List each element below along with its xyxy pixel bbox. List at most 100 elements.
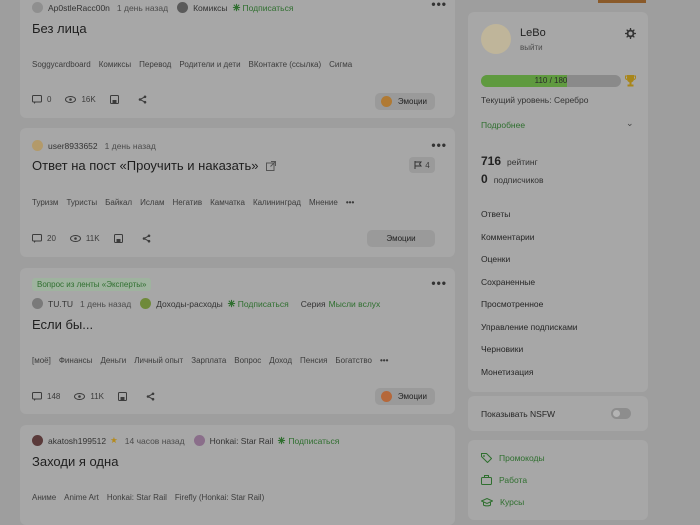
community-name[interactable]: Доходы-расходы <box>156 299 223 309</box>
community-name[interactable]: Honkai: Star Rail <box>210 436 274 446</box>
community-avatar[interactable] <box>140 298 152 309</box>
post-title-text: Ответ на пост «Проучить и наказать» <box>32 158 259 173</box>
tag[interactable]: Туристы <box>66 198 97 207</box>
tag[interactable]: Негатив <box>172 198 202 207</box>
tag[interactable]: Доход <box>269 356 292 365</box>
save-button[interactable] <box>113 234 128 243</box>
post-title[interactable]: Заходи я одна <box>32 454 118 469</box>
menu-drafts[interactable]: Черновики <box>481 344 523 354</box>
community-name[interactable]: Комиксы <box>193 3 227 13</box>
more-menu-button[interactable]: ••• <box>431 138 447 152</box>
promocodes-link[interactable]: Промокоды <box>481 453 545 463</box>
tag[interactable]: Вопрос <box>234 356 261 365</box>
tag[interactable]: Ислам <box>140 198 164 207</box>
graduation-cap-icon <box>481 497 493 506</box>
more-menu-button[interactable]: ••• <box>431 0 447 11</box>
author-name[interactable]: akatosh199512 <box>48 436 106 446</box>
subscribe-button[interactable]: Подписаться <box>232 3 293 13</box>
more-tags-button[interactable]: ••• <box>380 356 388 365</box>
eye-icon <box>65 96 77 103</box>
save-icon <box>118 392 127 401</box>
external-link-icon[interactable] <box>265 160 276 171</box>
logout-link[interactable]: выйти <box>520 43 543 52</box>
subscribe-icon <box>227 299 235 308</box>
tag[interactable]: Камчатка <box>210 198 245 207</box>
tag[interactable]: Туризм <box>32 198 58 207</box>
tag[interactable]: Сигма <box>329 60 352 69</box>
post-title[interactable]: Если бы... <box>32 317 93 332</box>
share-button[interactable] <box>146 392 160 401</box>
tag[interactable]: Зарплата <box>191 356 226 365</box>
tag[interactable]: Комиксы <box>99 60 131 69</box>
tag[interactable]: Богатство <box>335 356 372 365</box>
profile-avatar[interactable] <box>481 24 511 54</box>
menu-viewed[interactable]: Просмотренное <box>481 299 543 309</box>
avatar[interactable] <box>32 2 43 13</box>
tag[interactable]: Родители и дети <box>179 60 240 69</box>
menu-saved[interactable]: Сохраненные <box>481 277 535 287</box>
community-avatar[interactable] <box>177 2 189 13</box>
save-button[interactable] <box>109 95 124 104</box>
tag[interactable]: Перевод <box>139 60 171 69</box>
comments-button[interactable]: 20 <box>32 234 56 243</box>
rating-label: рейтинг <box>507 157 538 167</box>
menu-ratings[interactable]: Оценки <box>481 254 510 264</box>
username[interactable]: LeBo <box>520 27 546 39</box>
tag[interactable]: Байкал <box>105 198 132 207</box>
expert-question-label[interactable]: Вопрос из ленты «Эксперты» <box>32 278 152 291</box>
subscribe-button[interactable]: Подписаться <box>227 299 289 309</box>
emotions-button[interactable]: Эмоции <box>367 230 435 247</box>
subscribe-label: Подписаться <box>237 298 289 309</box>
avatar[interactable] <box>32 435 43 446</box>
share-button[interactable] <box>138 95 152 104</box>
menu-answers[interactable]: Ответы <box>481 209 510 219</box>
avatar[interactable] <box>32 298 43 309</box>
repost-count: 4 <box>425 160 430 170</box>
emotions-button[interactable]: Эмоции <box>374 388 435 405</box>
subscribe-label: Подписаться <box>288 435 340 446</box>
gear-icon[interactable] <box>625 28 636 39</box>
share-button[interactable] <box>142 234 156 243</box>
nsfw-toggle[interactable] <box>611 408 631 419</box>
tag[interactable]: Пенсия <box>300 356 327 365</box>
tag[interactable]: Деньги <box>100 356 126 365</box>
tag[interactable]: Anime Art <box>64 493 99 502</box>
post-meta: user8933652 1 день назад <box>32 140 156 151</box>
eye-icon <box>74 393 86 400</box>
jobs-link[interactable]: Работа <box>481 475 527 485</box>
repost-badge[interactable]: 4 <box>409 157 435 173</box>
author-name[interactable]: Ap0stleRacc00n <box>48 3 110 13</box>
comments-button[interactable]: 148 <box>32 392 60 401</box>
chevron-down-icon[interactable]: ⌄ <box>626 118 634 129</box>
tag[interactable]: Аниме <box>32 493 56 502</box>
more-details-link[interactable]: Подробнее <box>481 120 525 130</box>
menu-monetization[interactable]: Монетизация <box>481 367 534 377</box>
post-title[interactable]: Ответ на пост «Проучить и наказать» <box>32 158 276 173</box>
avatar[interactable] <box>32 140 43 151</box>
menu-comments[interactable]: Комментарии <box>481 232 535 242</box>
emotions-button[interactable]: Эмоции <box>374 93 435 110</box>
community-avatar[interactable] <box>193 435 205 446</box>
comment-icon <box>32 234 42 243</box>
save-button[interactable] <box>118 392 132 401</box>
author-name[interactable]: TU.TU <box>48 299 73 309</box>
tag[interactable]: Firefly (Honkai: Star Rail) <box>175 493 264 502</box>
courses-link[interactable]: Курсы <box>481 497 524 507</box>
post-title[interactable]: Без лица <box>32 21 87 36</box>
tag[interactable]: [моё] <box>32 356 51 365</box>
more-menu-button[interactable]: ••• <box>431 276 447 290</box>
comments-button[interactable]: 0 <box>32 95 51 104</box>
menu-subscriptions[interactable]: Управление подписками <box>481 322 578 332</box>
comment-icon <box>32 95 42 104</box>
author-name[interactable]: user8933652 <box>48 141 98 151</box>
tag[interactable]: Финансы <box>59 356 93 365</box>
tag[interactable]: Калининград <box>253 198 301 207</box>
tag[interactable]: Личный опыт <box>134 356 183 365</box>
tag[interactable]: Honkai: Star Rail <box>107 493 167 502</box>
series-link[interactable]: Мысли вслух <box>329 299 381 309</box>
more-tags-button[interactable]: ••• <box>346 198 354 207</box>
tag[interactable]: Soggycardboard <box>32 60 91 69</box>
subscribe-button[interactable]: Подписаться <box>277 436 339 446</box>
tag[interactable]: Мнение <box>309 198 338 207</box>
tag[interactable]: ВКонтакте (ссылка) <box>249 60 322 69</box>
